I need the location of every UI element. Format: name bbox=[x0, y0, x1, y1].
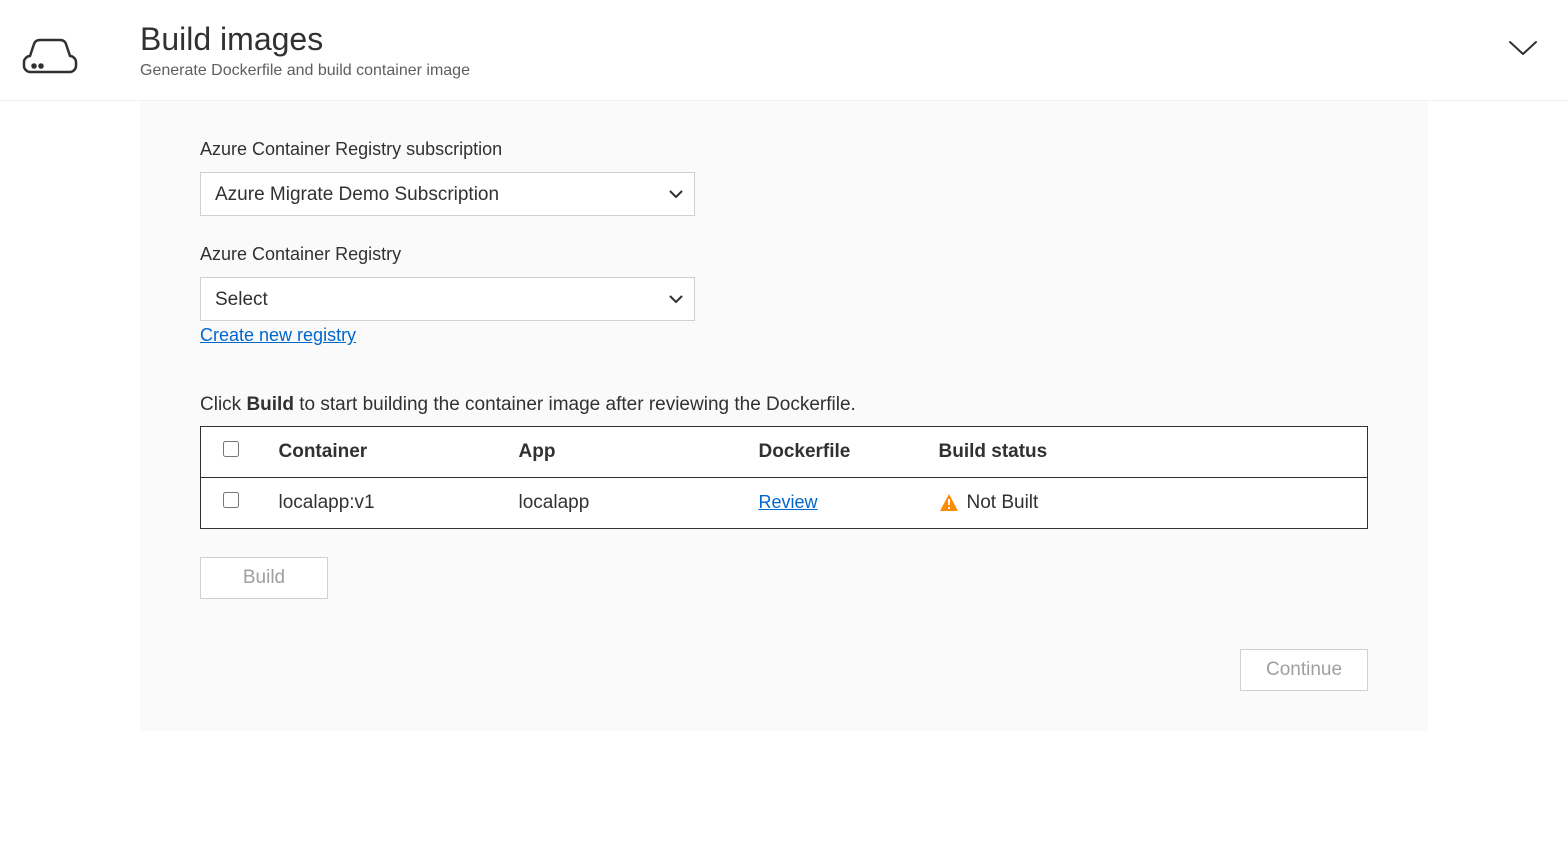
subscription-select[interactable]: Azure Migrate Demo Subscription bbox=[200, 172, 695, 216]
app-header: App bbox=[511, 427, 751, 478]
table-row: localapp:v1 localapp Review Not Built bbox=[201, 478, 1368, 529]
page-title: Build images bbox=[140, 20, 1508, 58]
registry-label: Azure Container Registry bbox=[200, 244, 1368, 265]
select-all-header bbox=[201, 427, 271, 478]
instruction-suffix: to start building the container image af… bbox=[294, 394, 856, 415]
registry-select[interactable]: Select bbox=[200, 277, 695, 321]
page-subtitle: Generate Dockerfile and build container … bbox=[140, 62, 1508, 80]
disk-icon bbox=[20, 36, 80, 76]
collapse-toggle[interactable] bbox=[1508, 20, 1538, 61]
images-table: Container App Dockerfile Build status lo… bbox=[200, 426, 1368, 529]
warning-icon bbox=[939, 493, 959, 513]
continue-button[interactable]: Continue bbox=[1240, 649, 1368, 691]
container-header: Container bbox=[271, 427, 511, 478]
page-header: Build images Generate Dockerfile and bui… bbox=[0, 0, 1568, 101]
dockerfile-header: Dockerfile bbox=[751, 427, 931, 478]
row-checkbox[interactable] bbox=[223, 492, 239, 508]
container-cell: localapp:v1 bbox=[271, 478, 511, 529]
content-panel: Azure Container Registry subscription Az… bbox=[140, 101, 1428, 731]
review-link[interactable]: Review bbox=[759, 492, 818, 512]
build-instruction: Click Build to start building the contai… bbox=[200, 394, 1368, 416]
build-button[interactable]: Build bbox=[200, 557, 328, 599]
select-all-checkbox[interactable] bbox=[223, 441, 239, 457]
create-registry-link[interactable]: Create new registry bbox=[200, 325, 356, 345]
app-cell: localapp bbox=[511, 478, 751, 529]
instruction-prefix: Click bbox=[200, 394, 246, 415]
subscription-label: Azure Container Registry subscription bbox=[200, 139, 1368, 160]
status-header: Build status bbox=[931, 427, 1368, 478]
status-text: Not Built bbox=[967, 492, 1039, 514]
instruction-bold: Build bbox=[246, 394, 294, 415]
